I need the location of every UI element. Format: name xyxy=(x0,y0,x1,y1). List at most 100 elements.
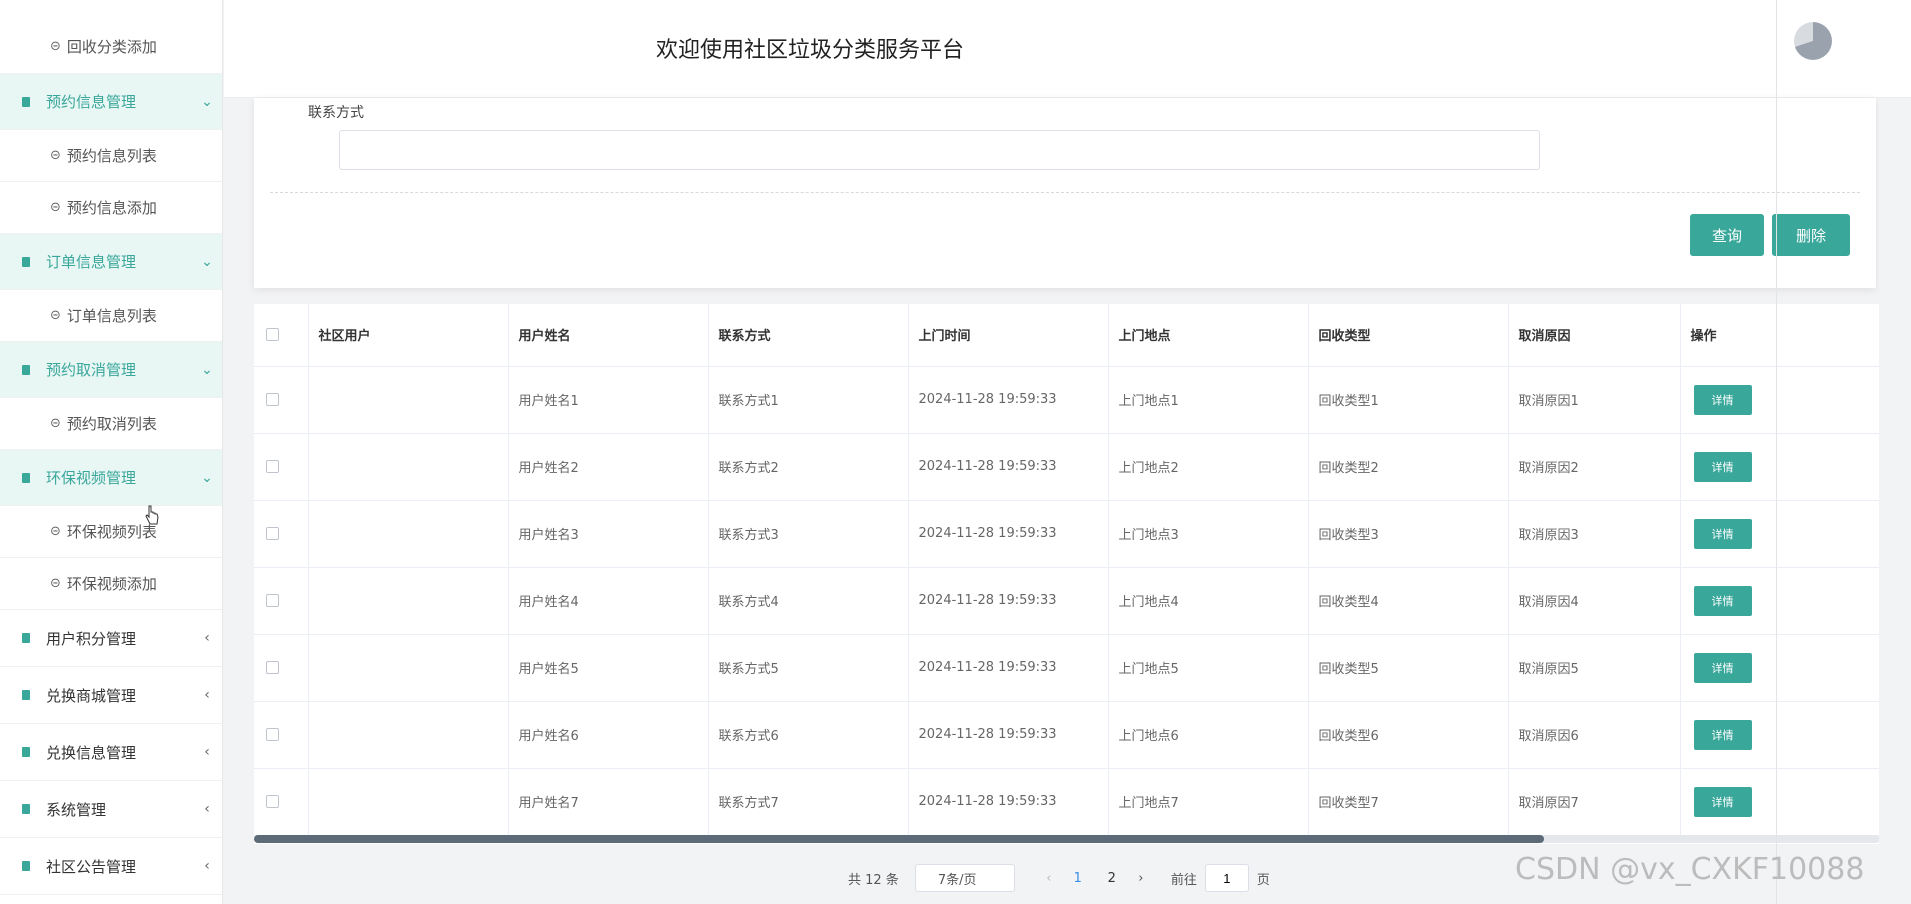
table-cell: 2024-11-28 19:59:33 xyxy=(908,433,1109,501)
detail-button[interactable]: 详情 xyxy=(1693,652,1752,683)
table-cell: 联系方式4 xyxy=(708,567,909,635)
sidebar-group-header[interactable]: 兑换商城管理 ‹ xyxy=(0,667,222,724)
sidebar-group: 兑换商城管理 ‹ xyxy=(0,667,222,724)
table-cell xyxy=(308,500,509,568)
table-cell: 取消原因7 xyxy=(1508,768,1681,836)
sidebar-item-label: 回收分类添加 xyxy=(66,38,157,56)
sidebar-group: 系统管理 ‹ xyxy=(0,781,222,838)
detail-button[interactable]: 详情 xyxy=(1693,719,1752,750)
contact-search-input[interactable] xyxy=(339,130,1540,170)
data-table: 社区用户 用户姓名 联系方式 上门时间 上门地点 回收类型 取消原因 操作 用户姓名1 联系方式… xyxy=(254,304,1880,836)
sidebar-sub-item[interactable]: ⊝ 预约取消列表 xyxy=(0,398,222,450)
table-cell: 取消原因6 xyxy=(1508,701,1681,769)
document-icon xyxy=(22,633,30,643)
table-cell: 用户姓名1 xyxy=(508,366,709,434)
table-cell xyxy=(308,768,509,836)
row-checkbox[interactable] xyxy=(266,594,279,607)
sidebar-menu-groups: 预约信息管理 ⌄ ⊝ 预约信息列表 ⊝ 预约信息添加 订单信息管理 ⌄ ⊝ 订单信息列表 预约取消管… xyxy=(0,74,222,895)
sidebar-group-header[interactable]: 预约取消管理 ⌄ xyxy=(0,342,222,398)
actions-cell: 详情 xyxy=(1680,567,1880,635)
table-cell: 回收类型7 xyxy=(1308,768,1509,836)
table-cell: 上门地点2 xyxy=(1108,433,1309,501)
table-cell: 用户姓名6 xyxy=(508,701,709,769)
sidebar-group: 预约取消管理 ⌄ ⊝ 预约取消列表 xyxy=(0,342,222,450)
avatar[interactable] xyxy=(1794,22,1832,60)
table-cell: 2024-11-28 19:59:33 xyxy=(908,634,1109,702)
sidebar-sub-item[interactable]: ⊝ 订单信息列表 xyxy=(0,290,222,342)
table-row: 用户姓名2 联系方式2 2024-11-28 19:59:33 上门地点2 回收类型2 取… xyxy=(254,433,1880,501)
sidebar-sub-item[interactable]: ⊝ 环保视频列表 xyxy=(0,506,222,558)
sidebar-sub-item[interactable]: ⊝ 预约信息列表 xyxy=(0,130,222,182)
table-cell: 2024-11-28 19:59:33 xyxy=(908,500,1109,568)
detail-button[interactable]: 详情 xyxy=(1693,786,1752,817)
prev-page-icon[interactable]: ‹ xyxy=(1037,871,1061,886)
detail-button[interactable]: 详情 xyxy=(1693,384,1752,415)
sidebar-group-header[interactable]: 兑换信息管理 ‹ xyxy=(0,724,222,781)
sidebar-group-header[interactable]: 预约信息管理 ⌄ xyxy=(0,74,222,130)
sidebar-group-header[interactable]: 用户积分管理 ‹ xyxy=(0,610,222,667)
table-cell: 上门地点6 xyxy=(1108,701,1309,769)
circle-icon: ⊝ xyxy=(50,308,61,323)
sidebar-sub-item[interactable]: ⊝ 环保视频添加 xyxy=(0,558,222,610)
goto-label: 前往 xyxy=(1170,872,1197,888)
pagination: 共 12 条 7条/页 ‹ 1 2 › 前往 页 xyxy=(848,864,1270,892)
sidebar-group-header[interactable]: 系统管理 ‹ xyxy=(0,781,222,838)
row-checkbox[interactable] xyxy=(266,728,279,741)
table-cell: 上门地点3 xyxy=(1108,500,1309,568)
row-select-cell xyxy=(254,634,309,702)
detail-button[interactable]: 详情 xyxy=(1693,585,1752,616)
table-cell: 用户姓名7 xyxy=(508,768,709,836)
sidebar-sub-item[interactable]: ⊝ 预约信息添加 xyxy=(0,182,222,234)
table-cell: 取消原因3 xyxy=(1508,500,1681,568)
row-checkbox[interactable] xyxy=(266,527,279,540)
column-header: 上门时间 xyxy=(908,304,1109,367)
query-button[interactable]: 查询 xyxy=(1690,214,1764,256)
sidebar-group-header[interactable]: 社区公告管理 ‹ xyxy=(0,838,222,895)
row-checkbox[interactable] xyxy=(266,460,279,473)
sidebar-item-recycle-category-add[interactable]: ⊝ 回收分类添加 xyxy=(0,20,222,74)
horizontal-scrollbar-thumb[interactable] xyxy=(254,835,1544,843)
goto-page-input[interactable] xyxy=(1204,864,1249,892)
row-select-cell xyxy=(254,500,309,568)
mouse-cursor-icon xyxy=(145,505,159,525)
table-row: 用户姓名3 联系方式3 2024-11-28 19:59:33 上门地点3 回收类型3 取… xyxy=(254,500,1880,568)
sidebar-item-label: 预约信息列表 xyxy=(66,147,157,165)
sidebar-group: 环保视频管理 ⌄ ⊝ 环保视频列表 ⊝ 环保视频添加 xyxy=(0,450,222,610)
sidebar-group-header[interactable]: 环保视频管理 ⌄ xyxy=(0,450,222,506)
select-all-checkbox[interactable] xyxy=(266,328,279,342)
page-number-1[interactable]: 1 xyxy=(1061,871,1095,886)
sidebar-group-label: 订单信息管理 xyxy=(46,253,137,271)
table-cell xyxy=(308,701,509,769)
row-checkbox[interactable] xyxy=(266,661,279,674)
detail-button[interactable]: 详情 xyxy=(1693,518,1752,549)
watermark: CSDN @vx_CXKF10088 xyxy=(1515,852,1865,887)
table-row: 用户姓名6 联系方式6 2024-11-28 19:59:33 上门地点6 回收类型6 取… xyxy=(254,701,1880,769)
detail-button[interactable]: 详情 xyxy=(1693,451,1752,482)
table-cell: 上门地点5 xyxy=(1108,634,1309,702)
next-page-icon[interactable]: › xyxy=(1129,871,1153,886)
column-header: 用户姓名 xyxy=(508,304,709,367)
document-icon xyxy=(22,690,30,700)
table-cell: 联系方式6 xyxy=(708,701,909,769)
delete-button[interactable]: 删除 xyxy=(1772,214,1850,256)
table-cell: 联系方式1 xyxy=(708,366,909,434)
row-select-cell xyxy=(254,768,309,836)
table-cell: 取消原因5 xyxy=(1508,634,1681,702)
table-cell xyxy=(308,634,509,702)
chevron-left-icon: ‹ xyxy=(204,687,210,703)
row-checkbox[interactable] xyxy=(266,393,279,406)
right-margin xyxy=(1879,98,1911,904)
page-size-value: 7条/页 xyxy=(937,872,977,888)
row-checkbox[interactable] xyxy=(266,795,279,808)
circle-icon: ⊝ xyxy=(50,576,61,591)
sidebar-group-header[interactable]: 订单信息管理 ⌄ xyxy=(0,234,222,290)
table-cell: 上门地点1 xyxy=(1108,366,1309,434)
table-cell: 2024-11-28 19:59:33 xyxy=(908,701,1109,769)
top-header: 欢迎使用社区垃圾分类服务平台 xyxy=(224,0,1911,98)
table-cell: 回收类型3 xyxy=(1308,500,1509,568)
page-size-select[interactable]: 7条/页 xyxy=(914,864,1015,892)
page-number-2[interactable]: 2 xyxy=(1095,871,1129,886)
table-cell xyxy=(308,366,509,434)
table-cell: 用户姓名2 xyxy=(508,433,709,501)
table-cell xyxy=(308,433,509,501)
